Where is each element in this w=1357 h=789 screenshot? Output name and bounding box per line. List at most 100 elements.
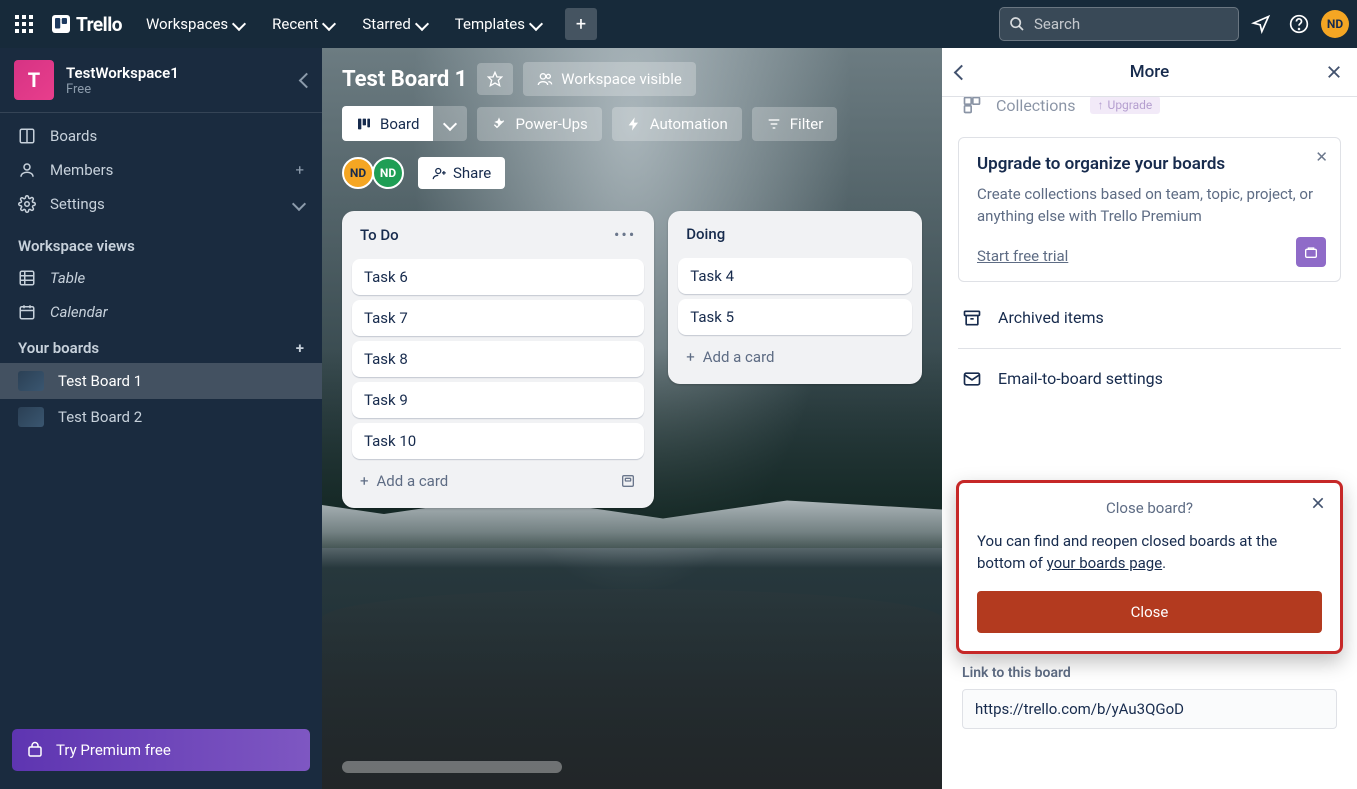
menu-item-label: Email-to-board settings: [998, 369, 1163, 388]
collapse-sidebar-button[interactable]: [301, 71, 312, 90]
help-button[interactable]: [1283, 8, 1315, 40]
search-box: [999, 7, 1239, 41]
trello-logo[interactable]: Trello: [44, 13, 130, 36]
upgrade-badge: ↑ Upgrade: [1090, 97, 1161, 114]
sidebar: T TestWorkspace1 Free Boards Members + S…: [0, 48, 322, 789]
add-member-button[interactable]: +: [295, 161, 304, 179]
nav-label: Starred: [362, 15, 410, 33]
member-avatar[interactable]: ND: [372, 157, 404, 189]
list-title[interactable]: Doing: [686, 225, 725, 243]
add-card-button[interactable]: +Add a card: [350, 464, 646, 498]
sidebar-item-label: Test Board 1: [58, 372, 142, 390]
star-icon: [487, 71, 503, 87]
filter-button[interactable]: Filter: [752, 107, 838, 141]
visibility-button[interactable]: Workspace visible: [523, 62, 696, 96]
panel-close-button[interactable]: [1325, 63, 1343, 81]
add-card-label: Add a card: [377, 472, 449, 490]
automation-button[interactable]: Automation: [612, 107, 742, 141]
horizontal-scrollbar[interactable]: [342, 761, 562, 773]
topbar-right: ND: [999, 7, 1349, 41]
list-title[interactable]: To Do: [360, 226, 399, 244]
view-label: Board: [380, 115, 419, 133]
start-trial-link[interactable]: Start free trial: [977, 247, 1068, 265]
sidebar-board-item[interactable]: Test Board 2: [0, 399, 322, 435]
view-switcher-button[interactable]: Board: [342, 106, 433, 141]
menu-item-label: Archived items: [998, 308, 1104, 327]
add-user-icon: [432, 166, 447, 181]
nav-label: Recent: [272, 15, 318, 33]
list-menu-button[interactable]: •••: [614, 225, 636, 244]
sidebar-item-boards[interactable]: Boards: [0, 119, 322, 153]
view-dropdown-button[interactable]: [433, 106, 467, 141]
automation-label: Automation: [650, 115, 728, 133]
panel-back-button[interactable]: [956, 63, 967, 82]
nav-recent[interactable]: Recent: [260, 9, 346, 39]
popup-close-button[interactable]: [1310, 495, 1326, 511]
nav-label: Workspaces: [146, 15, 228, 33]
close-board-confirm-button[interactable]: Close: [977, 591, 1322, 633]
search-input[interactable]: [999, 7, 1239, 41]
link-block: Link to this board: [962, 665, 1337, 729]
board-link-input[interactable]: [962, 689, 1337, 729]
notifications-button[interactable]: [1245, 8, 1277, 40]
card[interactable]: Task 8: [352, 341, 644, 377]
menu-item-email[interactable]: Email-to-board settings: [958, 357, 1341, 401]
upgrade-body: Create collections based on team, topic,…: [977, 184, 1322, 228]
collections-icon: [962, 97, 982, 115]
card[interactable]: Task 5: [678, 299, 912, 335]
upgrade-close-button[interactable]: ✕: [1315, 148, 1328, 166]
member-avatar[interactable]: ND: [342, 157, 374, 189]
nav-workspaces[interactable]: Workspaces: [134, 9, 256, 39]
sidebar-item-table[interactable]: Table: [0, 261, 322, 295]
add-board-button[interactable]: +: [296, 339, 304, 357]
card[interactable]: Task 6: [352, 259, 644, 295]
chevron-down-icon: [531, 15, 541, 33]
workspace-plan: Free: [66, 82, 179, 97]
apps-launcher[interactable]: [8, 8, 40, 40]
share-button[interactable]: Share: [418, 157, 505, 189]
menu-item-archived[interactable]: Archived items: [958, 296, 1341, 340]
star-board-button[interactable]: [477, 63, 513, 95]
search-icon: [1009, 16, 1025, 32]
sidebar-item-members[interactable]: Members +: [0, 153, 322, 187]
rocket-icon: [491, 116, 507, 132]
brand-text: Trello: [76, 13, 122, 36]
calendar-icon: [18, 303, 36, 321]
board-icon: [18, 127, 36, 145]
share-label: Share: [453, 164, 491, 182]
board-area: Test Board 1 Workspace visible Board Pow…: [322, 48, 942, 789]
members-icon: [18, 161, 36, 179]
sidebar-item-label: Boards: [50, 127, 97, 145]
card[interactable]: Task 10: [352, 423, 644, 459]
nav-templates[interactable]: Templates: [443, 9, 553, 39]
create-button[interactable]: +: [565, 8, 597, 40]
premium-cta-label: Try Premium free: [56, 741, 171, 759]
bolt-icon: [626, 116, 642, 132]
add-card-button[interactable]: +Add a card: [676, 340, 914, 374]
powerups-button[interactable]: Power-Ups: [477, 107, 601, 141]
card[interactable]: Task 7: [352, 300, 644, 336]
boards-page-link[interactable]: your boards page: [1047, 554, 1163, 572]
upgrade-heading: Upgrade to organize your boards: [977, 154, 1322, 174]
nav-starred[interactable]: Starred: [350, 9, 438, 39]
filter-icon: [766, 116, 782, 132]
sidebar-item-label: Members: [50, 161, 113, 179]
board-title[interactable]: Test Board 1: [342, 67, 467, 92]
sidebar-item-settings[interactable]: Settings: [0, 187, 322, 221]
workspace-name: TestWorkspace1: [66, 64, 179, 82]
sidebar-board-item[interactable]: Test Board 1: [0, 363, 322, 399]
sidebar-item-label: Settings: [50, 195, 105, 213]
panel-title: More: [1130, 62, 1169, 82]
chevron-down-icon: [234, 15, 244, 33]
menu-item-collections[interactable]: Collections ↑ Upgrade: [958, 97, 1341, 123]
template-icon[interactable]: [620, 473, 636, 489]
chevron-down-icon: [417, 15, 427, 33]
board-thumb-icon: [18, 407, 44, 427]
premium-cta[interactable]: Try Premium free: [12, 729, 310, 771]
sidebar-item-calendar[interactable]: Calendar: [0, 295, 322, 329]
topbar-left: Trello Workspaces Recent Starred Templat…: [8, 8, 597, 40]
account-avatar[interactable]: ND: [1321, 10, 1349, 38]
card[interactable]: Task 4: [678, 258, 912, 294]
card[interactable]: Task 9: [352, 382, 644, 418]
archive-icon: [962, 308, 982, 328]
